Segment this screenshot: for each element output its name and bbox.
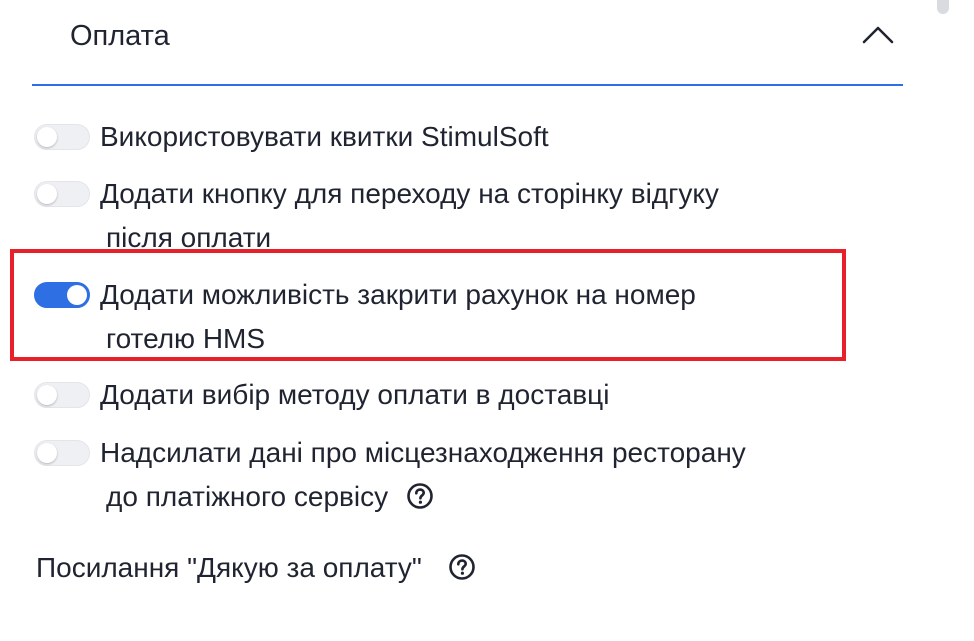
send-location-toggle[interactable] <box>34 440 90 466</box>
feedback-button-toggle[interactable] <box>34 181 90 207</box>
scrollbar-thumb[interactable] <box>937 0 949 14</box>
payment-settings-panel: Оплата Використовувати квитки StimulSoft… <box>0 0 974 641</box>
toggle-label: Додати кнопку для переходу на сторінку в… <box>100 172 880 260</box>
toggle-knob <box>37 443 57 463</box>
toggle-label-line2-text: до платіжного сервісу <box>106 481 389 512</box>
toggle-label-line1: Використовувати квитки StimulSoft <box>100 121 549 152</box>
toggle-label-line1: Надсилати дані про місцезнаходження рест… <box>100 437 746 468</box>
toggle-label: Додати вибір методу оплати в доставці <box>100 373 880 417</box>
delivery-payment-method-toggle[interactable] <box>34 382 90 408</box>
question-circle-icon[interactable] <box>406 482 434 510</box>
stimulsoft-tickets-toggle[interactable] <box>34 124 90 150</box>
toggle-knob <box>37 184 57 204</box>
toggle-knob <box>37 385 57 405</box>
payment-section-header[interactable]: Оплата <box>32 0 903 86</box>
toggle-label: Використовувати квитки StimulSoft <box>100 115 880 159</box>
toggle-knob <box>37 127 57 147</box>
toggle-label-line2: до платіжного сервісу <box>100 475 880 519</box>
chevron-up-icon[interactable] <box>858 22 898 46</box>
thank-you-link-label: Посилання "Дякую за оплату" <box>36 546 476 590</box>
question-circle-icon[interactable] <box>448 553 476 581</box>
toggle-label: Надсилати дані про місцезнаходження рест… <box>100 431 880 519</box>
toggle-label-line1: Додати вибір методу оплати в доставці <box>100 379 610 410</box>
highlight-annotation <box>10 249 846 361</box>
toggle-label-line1: Додати кнопку для переходу на сторінку в… <box>100 178 719 209</box>
thank-you-link-text: Посилання "Дякую за оплату" <box>36 552 422 583</box>
section-title: Оплата <box>70 20 170 52</box>
